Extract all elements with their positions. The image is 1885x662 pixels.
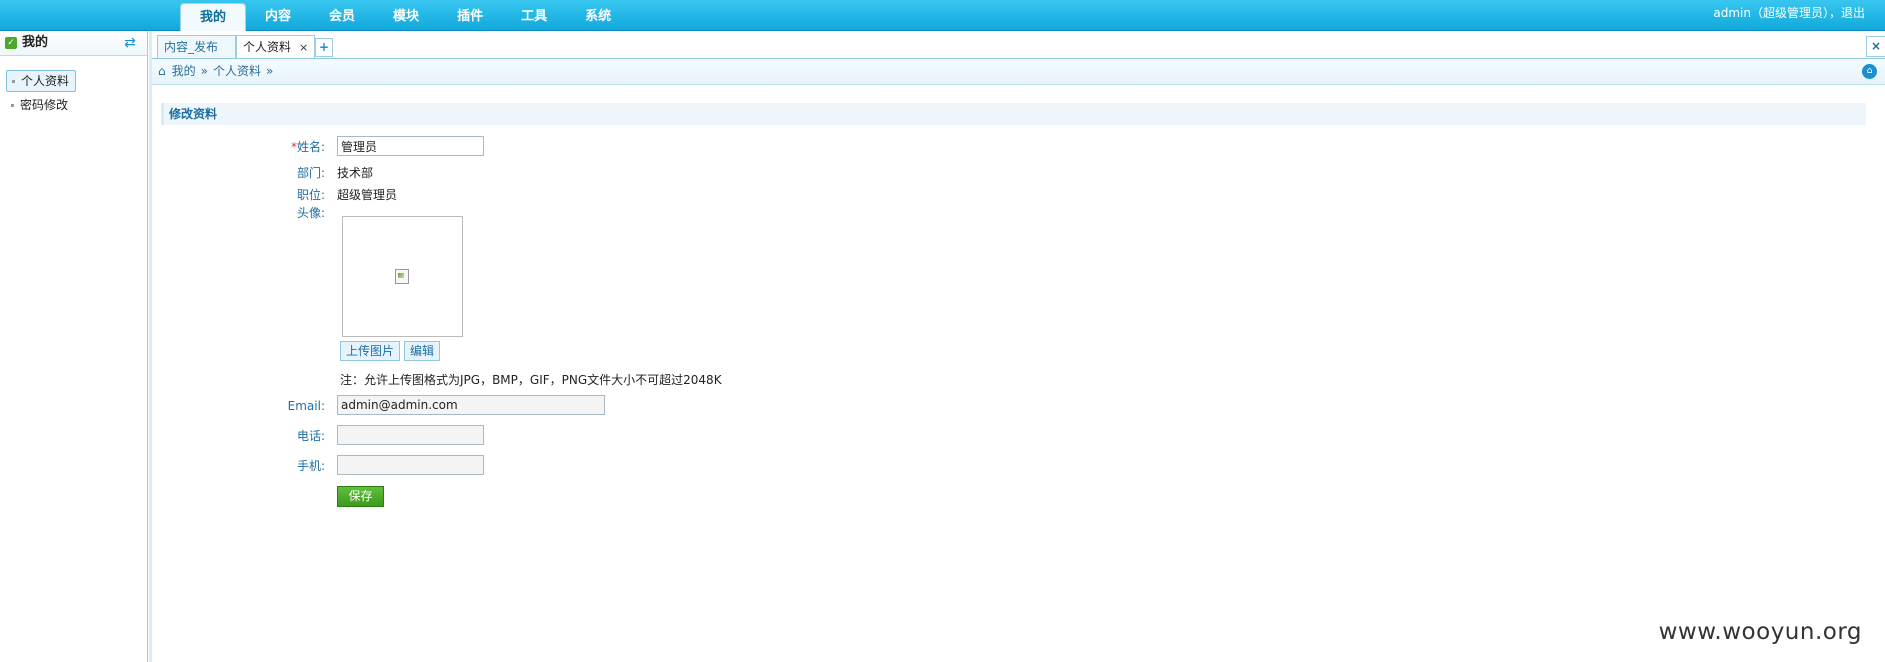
phone-field[interactable] [337, 425, 484, 445]
home-button-icon[interactable]: ⌂ [1862, 64, 1877, 79]
tab-content-publish[interactable]: 内容_发布 [157, 35, 236, 58]
home-icon[interactable]: ⌂ [158, 64, 166, 78]
tab-label: 内容_发布 [164, 40, 219, 54]
edit-avatar-button[interactable]: 编辑 [404, 341, 441, 361]
position-value: 超级管理员 [337, 188, 398, 202]
name-input[interactable] [337, 136, 484, 156]
nav-item-members[interactable]: 会员 [310, 3, 374, 30]
nav-item-plugins[interactable]: 插件 [438, 3, 502, 30]
sidebar-title: 我的 [22, 35, 49, 50]
department-label: 部门: [296, 166, 325, 180]
sidebar-item-profile[interactable]: 个人资料 [6, 70, 77, 92]
avatar-preview [342, 216, 463, 337]
watermark-text: www.wooyun.org [1658, 619, 1862, 645]
bullet-icon [11, 104, 14, 107]
user-info: admin（超级管理员），退出 [1713, 0, 1865, 26]
sidebar-item-label: 密码修改 [20, 98, 69, 112]
breadcrumb: ⌂ 我的 » 个人资料 » [158, 59, 278, 84]
refresh-icon[interactable]: ⇄ [122, 35, 138, 51]
tab-label: 个人资料 [243, 40, 292, 54]
breadcrumb-item-profile[interactable]: 个人资料 [213, 64, 261, 78]
mobile-label: 手机: [296, 459, 325, 473]
upload-note: 注：允许上传图格式为JPG，BMP，GIF，PNG文件大小不可超过2048K [340, 373, 722, 387]
position-label: 职位: [296, 188, 325, 202]
logout-link[interactable]: 退出 [1841, 6, 1865, 20]
main-nav: 我的 内容 会员 模块 插件 工具 系统 [180, 3, 630, 31]
name-label: *姓名: [290, 140, 325, 154]
nav-item-content[interactable]: 内容 [246, 3, 310, 30]
close-all-tabs-button[interactable]: × [1866, 36, 1885, 57]
add-tab-button[interactable]: + [315, 38, 333, 57]
top-navigation-bar: 我的 内容 会员 模块 插件 工具 系统 admin（超级管理员），退出 [0, 0, 1885, 31]
breadcrumb-separator: » [200, 64, 208, 78]
nav-item-system[interactable]: 系统 [566, 3, 630, 30]
section-title: 修改资料 [161, 103, 1866, 125]
nav-item-modules[interactable]: 模块 [374, 3, 438, 30]
mobile-field[interactable] [337, 455, 484, 475]
sidebar-header: ✓ 我的 ⇄ [0, 31, 147, 56]
breadcrumb-item-mine[interactable]: 我的 [172, 64, 196, 78]
nav-item-tools[interactable]: 工具 [502, 3, 566, 30]
breadcrumb-bar: ⌂ 我的 » 个人资料 » ⌂ [152, 59, 1885, 85]
close-icon[interactable]: × [299, 41, 308, 54]
user-name-role: admin（超级管理员）， [1713, 6, 1841, 20]
bullet-icon [12, 80, 15, 83]
phone-label: 电话: [296, 429, 325, 443]
upload-image-button[interactable]: 上传图片 [340, 341, 401, 361]
sidebar-item-password[interactable]: 密码修改 [6, 95, 74, 115]
email-field[interactable] [337, 395, 605, 415]
sidebar-item-label: 个人资料 [21, 74, 70, 88]
left-sidebar: ✓ 我的 ⇄ 个人资料 密码修改 [0, 31, 152, 662]
tab-bar: 内容_发布 个人资料 × + × [152, 31, 1885, 59]
department-value: 技术部 [337, 166, 374, 180]
breadcrumb-separator: » [266, 64, 274, 78]
save-button[interactable]: 保存 [337, 486, 384, 507]
avatar-label: 头像: [296, 206, 325, 220]
tab-profile[interactable]: 个人资料 × [236, 35, 316, 58]
checkmark-icon: ✓ [5, 37, 17, 49]
email-label: Email: [287, 399, 325, 413]
nav-item-mine[interactable]: 我的 [180, 3, 247, 31]
broken-image-icon [395, 269, 409, 284]
